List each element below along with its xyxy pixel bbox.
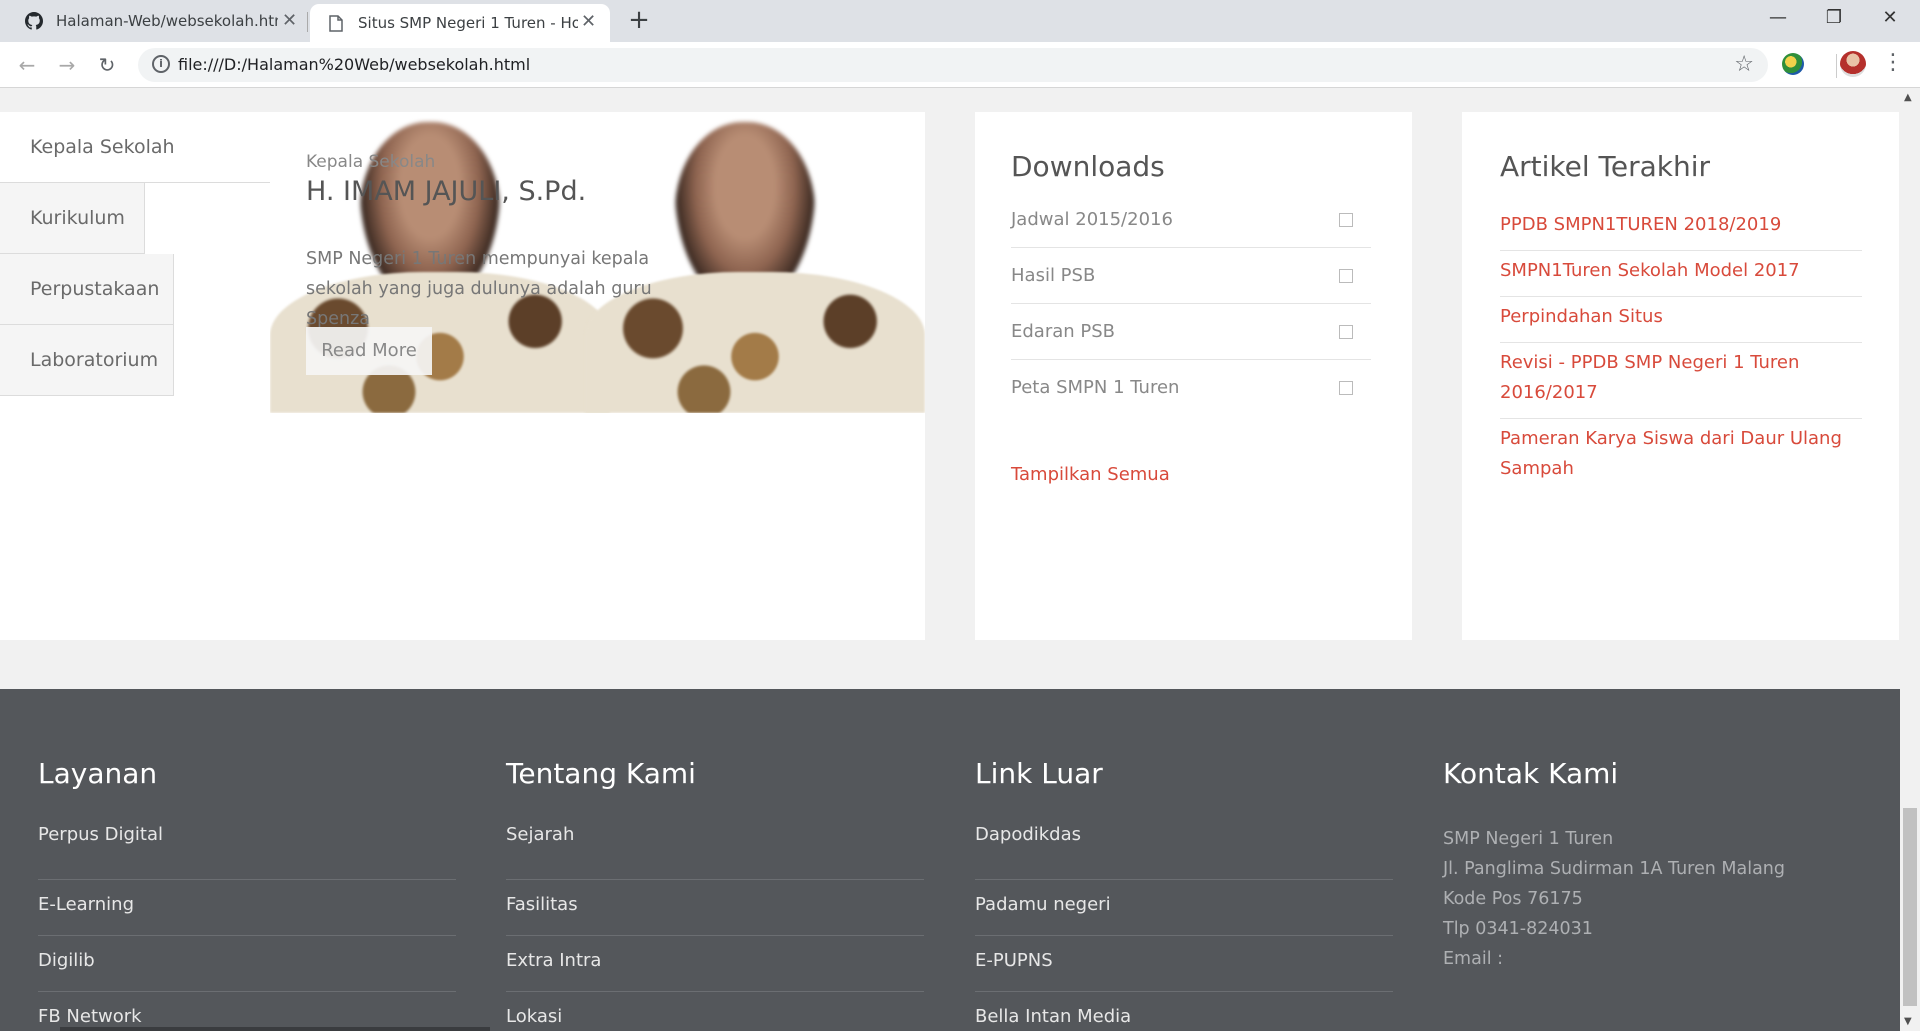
back-icon[interactable]: ← (12, 50, 42, 80)
tab-github[interactable]: Halaman-Web/websekolah.html ✕ (0, 0, 306, 42)
file-icon (1339, 325, 1353, 339)
footer-heading: Layanan (38, 757, 158, 790)
sidetab-kepala-sekolah[interactable]: Kepala Sekolah (0, 112, 270, 183)
contact-line: Jl. Panglima Sudirman 1A Turen Malang (1443, 859, 1786, 879)
forward-icon[interactable]: → (52, 50, 82, 80)
url-text[interactable]: file:///D:/Halaman%20Web/websekolah.html (178, 55, 530, 74)
download-item-label[interactable]: Jadwal 2015/2016 (1011, 209, 1173, 230)
footer-link[interactable]: Lokasi (506, 992, 924, 1031)
footer-link[interactable]: FB Network (38, 992, 456, 1031)
toolbar-divider (1836, 54, 1837, 78)
footer-link[interactable]: Digilib (38, 936, 456, 992)
tab-strip: Halaman-Web/websekolah.html ✕ Situs SMP … (0, 0, 1920, 42)
file-icon (1339, 213, 1353, 227)
downloads-title: Downloads (1011, 150, 1165, 183)
tab-separator (307, 12, 308, 32)
footer-heading: Tentang Kami (506, 757, 696, 790)
footer-link[interactable]: Extra Intra (506, 936, 924, 992)
close-window-icon[interactable]: ✕ (1862, 0, 1918, 38)
scrollbar-thumb[interactable] (1903, 808, 1917, 1006)
headmaster-description: SMP Negeri 1 Turen mempunyai kepala seko… (306, 249, 652, 329)
scroll-down-icon[interactable]: ▼ (1904, 1016, 1912, 1027)
headmaster-card: Kepala Sekolah H. IMAM JAJULI, S.Pd. SMP… (270, 112, 925, 413)
article-link[interactable]: Revisi - PPDB SMP Negeri 1 Turen 2016/20… (1500, 345, 1862, 419)
download-item[interactable]: Jadwal 2015/2016 (1011, 192, 1371, 248)
downloads-list: Jadwal 2015/2016 Hasil PSB Edaran PSB Pe… (1011, 192, 1371, 416)
tab-title: Halaman-Web/websekolah.html (56, 12, 278, 30)
downloads-panel: Downloads Jadwal 2015/2016 Hasil PSB Eda… (975, 112, 1412, 640)
download-item[interactable]: Peta SMPN 1 Turen (1011, 360, 1371, 416)
info-icon[interactable]: i (152, 55, 170, 73)
footer-link[interactable]: Sejarah (506, 824, 924, 880)
sidetab-perpustakaan[interactable]: Perpustakaan (0, 254, 174, 325)
sidetab-laboratorium[interactable]: Laboratorium (0, 325, 174, 396)
footer-link[interactable]: Perpus Digital (38, 824, 456, 880)
close-icon[interactable]: ✕ (581, 11, 596, 32)
download-item-label[interactable]: Peta SMPN 1 Turen (1011, 377, 1179, 398)
download-item[interactable]: Hasil PSB (1011, 248, 1371, 304)
articles-panel: Artikel Terakhir PPDB SMPN1TUREN 2018/20… (1462, 112, 1899, 640)
footer-heading: Link Luar (975, 757, 1103, 790)
page-viewport: Kepala Sekolah Kurikulum Perpustakaan La… (0, 88, 1900, 1031)
contact-line: Kode Pos 76175 (1443, 889, 1583, 909)
browser-toolbar: ← → ↻ i file:///D:/Halaman%20Web/webseko… (0, 42, 1920, 88)
contact-line: Email : (1443, 949, 1504, 969)
footer-link[interactable]: Dapodikdas (975, 824, 1393, 880)
article-link[interactable]: SMPN1Turen Sekolah Model 2017 (1500, 253, 1862, 297)
address-bar[interactable]: i file:///D:/Halaman%20Web/websekolah.ht… (138, 48, 1768, 82)
footer-heading: Kontak Kami (1443, 757, 1619, 790)
download-item[interactable]: Edaran PSB (1011, 304, 1371, 360)
articles-title: Artikel Terakhir (1500, 150, 1711, 183)
site-footer: Layanan Perpus Digital E-Learning Digili… (0, 689, 1900, 1031)
profile-side-tabs: Kepala Sekolah Kurikulum Perpustakaan La… (0, 112, 270, 396)
reload-icon[interactable]: ↻ (92, 50, 122, 80)
page-scrollbar[interactable]: ▲ ▼ (1900, 88, 1920, 1031)
footer-link[interactable]: Padamu negeri (975, 880, 1393, 936)
bookmark-star-icon[interactable]: ☆ (1734, 52, 1754, 77)
headmaster-name: H. IMAM JAJULI, S.Pd. (306, 176, 587, 207)
file-icon (1339, 381, 1353, 395)
footer-col-kontak: Kontak Kami SMP Negeri 1 Turen Jl. Pangl… (1443, 757, 1863, 974)
minimize-icon[interactable]: — (1750, 0, 1806, 38)
headmaster-caption: Kepala Sekolah (306, 152, 436, 172)
footer-col-link-luar: Link Luar Dapodikdas Padamu negeri E-PUP… (975, 757, 1395, 1031)
tab-active-site[interactable]: Situs SMP Negeri 1 Turen - Home ✕ (310, 4, 610, 42)
contact-line: SMP Negeri 1 Turen (1443, 829, 1614, 849)
footer-col-layanan: Layanan Perpus Digital E-Learning Digili… (38, 757, 458, 1031)
sidetab-kurikulum[interactable]: Kurikulum (0, 183, 145, 254)
github-icon (24, 11, 44, 31)
scroll-up-icon[interactable]: ▲ (1904, 92, 1912, 103)
read-more-button[interactable]: Read More (306, 327, 432, 375)
footer-col-tentang: Tentang Kami Sejarah Fasilitas Extra Int… (506, 757, 926, 1031)
footer-bottom-bar (60, 1027, 490, 1031)
download-item-label[interactable]: Edaran PSB (1011, 321, 1115, 342)
menu-kebab-icon[interactable]: ⋮ (1882, 50, 1904, 75)
new-tab-icon[interactable]: + (624, 6, 654, 36)
footer-link[interactable]: Bella Intan Media (975, 992, 1393, 1031)
tab-title: Situs SMP Negeri 1 Turen - Home (358, 14, 578, 32)
contact-line: Tlp 0341-824031 (1443, 919, 1593, 939)
profile-avatar[interactable] (1840, 51, 1866, 77)
article-link[interactable]: Pameran Karya Siswa dari Daur Ulang Samp… (1500, 421, 1862, 494)
footer-link[interactable]: E-PUPNS (975, 936, 1393, 992)
footer-link[interactable]: Fasilitas (506, 880, 924, 936)
footer-link[interactable]: E-Learning (38, 880, 456, 936)
close-icon[interactable]: ✕ (282, 10, 297, 31)
article-link[interactable]: PPDB SMPN1TUREN 2018/2019 (1500, 210, 1862, 251)
article-link[interactable]: Perpindahan Situs (1500, 299, 1862, 343)
restore-icon[interactable]: ❐ (1806, 0, 1862, 38)
show-all-link[interactable]: Tampilkan Semua (1011, 464, 1170, 485)
articles-list: PPDB SMPN1TUREN 2018/2019 SMPN1Turen Sek… (1500, 210, 1862, 496)
page-icon (326, 13, 346, 33)
file-icon (1339, 269, 1353, 283)
download-item-label[interactable]: Hasil PSB (1011, 265, 1095, 286)
extension-icon[interactable] (1782, 53, 1804, 75)
